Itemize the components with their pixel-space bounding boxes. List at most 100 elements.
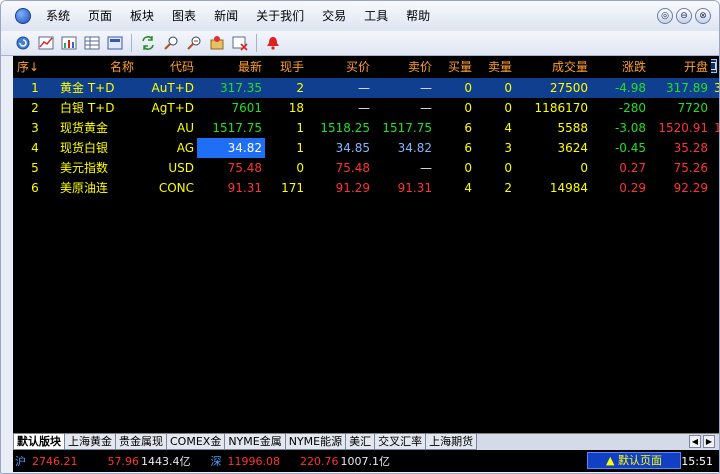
cell-change: -0.45 xyxy=(614,141,646,155)
line-chart-icon[interactable] xyxy=(36,33,56,53)
tab-scroll-right-icon[interactable]: ▶ xyxy=(703,435,715,448)
shenzhen-index-value: 11996.08 xyxy=(227,454,281,468)
app-window: 系统 页面 板块 图表 新闻 关于我们 交易 工具 帮助 ◎ ⊖ ⊗ 序↓ 名称… xyxy=(0,0,720,474)
tab-shanghai-futures[interactable]: 上海期货 xyxy=(425,434,478,450)
app-logo-icon[interactable] xyxy=(15,8,31,24)
alarm-bell-icon[interactable] xyxy=(263,33,283,53)
menu-news[interactable]: 新闻 xyxy=(205,1,247,31)
column-header-open[interactable]: 开盘 xyxy=(649,56,711,78)
menu-sector[interactable]: 板块 xyxy=(121,1,163,31)
cell-change: 0.29 xyxy=(619,181,646,195)
tab-us-forex[interactable]: 美汇 xyxy=(345,434,376,450)
cell-ask: 1517.75 xyxy=(382,121,432,135)
table-header-row: 序↓ 名称 代码 最新 现手 买价 卖价 买量 卖量 成交量 涨跌 开盘 xyxy=(13,56,719,78)
column-header-change[interactable]: 涨跌 xyxy=(591,56,649,78)
cell-code: AgT+D xyxy=(151,101,194,115)
zoom-out-icon[interactable] xyxy=(184,33,204,53)
cell-bid-volume: 6 xyxy=(464,141,472,155)
cell-seq: 2 xyxy=(31,101,39,115)
menu-help[interactable]: 帮助 xyxy=(397,1,439,31)
zoom-in-icon[interactable] xyxy=(161,33,181,53)
restore-icon[interactable]: ◎ xyxy=(657,8,673,24)
column-header-ask[interactable]: 卖价 xyxy=(373,56,435,78)
cell-extra: 3 xyxy=(711,78,719,98)
cell-last: 75.48 xyxy=(227,161,262,175)
cell-change: 0.27 xyxy=(619,161,646,175)
export-icon[interactable] xyxy=(105,33,125,53)
grid-options-icon[interactable] xyxy=(711,59,717,73)
cell-bid-volume: 0 xyxy=(435,78,475,98)
table-row[interactable]: 3 现货黄金 AU 1517.75 1 1518.25 1517.75 6 4 … xyxy=(13,118,719,138)
column-header-code[interactable]: 代码 xyxy=(137,56,197,78)
column-header-ask-volume[interactable]: 卖量 xyxy=(475,56,515,78)
cell-name: 现货黄金 xyxy=(60,121,109,135)
cell-seq: 4 xyxy=(31,141,39,155)
cell-seq: 5 xyxy=(31,161,39,175)
cell-ask: — xyxy=(373,78,435,98)
cell-name: 美原油连 xyxy=(60,181,109,195)
table-row[interactable]: 6 美原油连 CONC 91.31 171 91.29 91.31 4 2 14… xyxy=(13,178,719,198)
cell-bid: 1518.25 xyxy=(320,121,370,135)
sync-icon[interactable] xyxy=(138,33,158,53)
cell-name: 美元指数 xyxy=(60,161,109,175)
tab-comex-gold[interactable]: COMEX金 xyxy=(166,434,226,450)
column-header-last[interactable]: 最新 xyxy=(197,56,265,78)
close-icon[interactable]: ⊗ xyxy=(695,8,711,24)
cell-ask: 34.82 xyxy=(397,141,432,155)
bar-chart-icon[interactable] xyxy=(59,33,79,53)
cell-open: 92.29 xyxy=(673,181,708,195)
table-row[interactable]: 5 美元指数 USD 75.48 0 75.48 — 0 0 0 0.27 75… xyxy=(13,158,719,178)
cell-ask: 91.31 xyxy=(397,181,432,195)
column-header-volume[interactable]: 成交量 xyxy=(515,56,591,78)
column-header-seq[interactable]: 序↓ xyxy=(13,56,57,78)
shanghai-turnover: 1443.4亿 xyxy=(141,455,191,468)
cell-bid-volume: 0 xyxy=(464,101,472,115)
cell-bid-volume: 4 xyxy=(464,181,472,195)
tools-icon[interactable] xyxy=(207,33,227,53)
status-bar: 沪 2746.21 57.96 1443.4亿 深 11996.08 220.7… xyxy=(13,450,719,472)
cell-ask-volume: 0 xyxy=(504,101,512,115)
shenzhen-index-change: 220.76 xyxy=(300,454,339,468)
table-icon[interactable] xyxy=(82,33,102,53)
table-row[interactable]: 2 白银 T+D AgT+D 7601 18 — — 0 0 1186170 -… xyxy=(13,98,719,118)
table-row[interactable]: 1 黄金 T+D AuT+D 317.35 2 — — 0 0 27500 -4… xyxy=(13,78,719,98)
cell-code: CONC xyxy=(158,181,194,195)
menu-tools[interactable]: 工具 xyxy=(355,1,397,31)
cell-extra xyxy=(711,158,719,178)
menu-chart[interactable]: 图表 xyxy=(163,1,205,31)
minimize-icon[interactable]: ⊖ xyxy=(676,8,692,24)
cell-change: -280 xyxy=(618,101,646,115)
sheet-tab-bar: 默认版块 上海黄金 贵金属现 COMEX金 NYME金属 NYME能源 美汇 交… xyxy=(13,433,719,450)
tab-precious-metals-spot[interactable]: 贵金属现 xyxy=(115,434,167,450)
tab-scroll-left-icon[interactable]: ◀ xyxy=(689,435,701,448)
tab-cross-rates[interactable]: 交叉汇率 xyxy=(374,434,427,450)
tab-nyme-energy[interactable]: NYME能源 xyxy=(284,434,347,450)
menu-about[interactable]: 关于我们 xyxy=(247,1,313,31)
column-header-name[interactable]: 名称 xyxy=(57,56,137,78)
cell-last: 91.31 xyxy=(227,181,262,195)
cell-bid: — xyxy=(358,101,370,115)
column-header-bid-volume[interactable]: 买量 xyxy=(435,56,475,78)
cell-ask-volume: 2 xyxy=(504,181,512,195)
cell-ask: — xyxy=(420,101,432,115)
menu-system[interactable]: 系统 xyxy=(37,1,79,31)
refresh-icon[interactable] xyxy=(13,33,33,53)
cell-bid: 34.85 xyxy=(335,141,370,155)
cell-change: -4.98 xyxy=(591,78,649,98)
tab-default-sector[interactable]: 默认版块 xyxy=(13,434,65,450)
tab-shanghai-gold[interactable]: 上海黄金 xyxy=(64,434,116,450)
default-page-button[interactable]: ▲ 默认页面 xyxy=(587,452,681,469)
menu-trade[interactable]: 交易 xyxy=(313,1,355,31)
tab-nyme-metals[interactable]: NYME金属 xyxy=(224,434,286,450)
cell-volume: 3624 xyxy=(557,141,588,155)
column-header-bid[interactable]: 买价 xyxy=(307,56,373,78)
cell-ask-volume: 4 xyxy=(504,121,512,135)
menu-page[interactable]: 页面 xyxy=(79,1,121,31)
table-row[interactable]: 4 现货白银 AG 34.82 1 34.85 34.82 6 3 3624 -… xyxy=(13,138,719,158)
cell-bid-volume: 6 xyxy=(464,121,472,135)
close-window-icon[interactable] xyxy=(230,33,250,53)
cell-last: 7601 xyxy=(231,101,262,115)
cell-open: 1520.91 xyxy=(658,121,708,135)
column-header-current-volume[interactable]: 现手 xyxy=(265,56,307,78)
cell-seq: 1 xyxy=(13,78,57,98)
